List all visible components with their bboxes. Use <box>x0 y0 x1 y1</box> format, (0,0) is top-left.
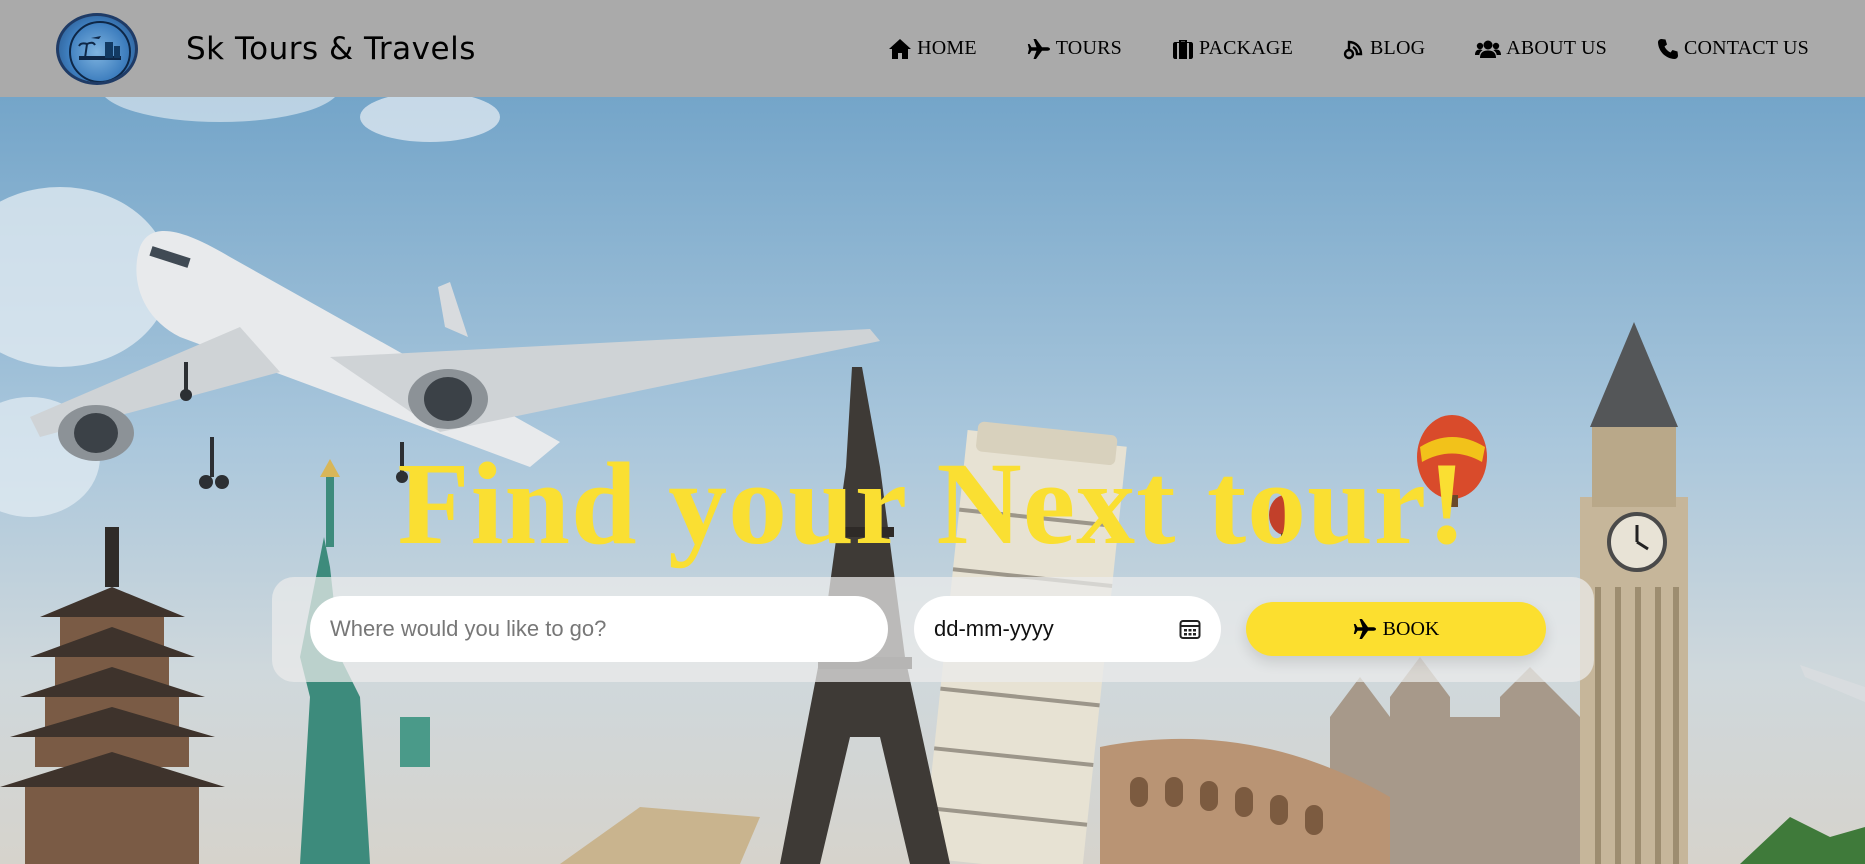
suitcase-icon <box>1172 39 1193 59</box>
date-input[interactable]: dd-mm-yyyy <box>914 596 1221 662</box>
nav-item-blog[interactable]: BLOG <box>1343 37 1425 60</box>
blog-icon <box>1343 40 1363 59</box>
nav-label-package: PACKAGE <box>1198 37 1293 59</box>
nav-label-blog: BLOG <box>1370 37 1426 59</box>
brand-name[interactable]: Sk Tours & Travels <box>186 31 476 67</box>
nav-label-about-us: ABOUT US <box>1506 37 1607 59</box>
book-button-label: BOOK <box>1382 617 1440 640</box>
booking-search-panel: dd-mm-yyyy BOOK <box>272 577 1594 682</box>
nav-item-package[interactable]: PACKAGE <box>1172 37 1293 60</box>
nav-item-about-us[interactable]: ABOUT US <box>1475 37 1607 60</box>
book-button[interactable]: BOOK <box>1246 602 1546 656</box>
hero-section: Find your Next tour! dd-mm-yyyy BOOK <box>0 97 1865 864</box>
top-navbar: Sk Tours & Travels HOME TOURS PACKAGE BL… <box>0 0 1865 97</box>
calendar-icon[interactable] <box>1179 618 1201 640</box>
nav-label-contact-us: CONTACT US <box>1683 37 1809 59</box>
nav-item-tours[interactable]: TOURS <box>1027 37 1122 60</box>
main-nav: HOME TOURS PACKAGE BLOG ABOUT US CONTACT… <box>888 0 1809 97</box>
phone-icon <box>1657 38 1678 59</box>
hero-headline: Find your Next tour! <box>397 438 1468 569</box>
plane-icon <box>1027 38 1050 59</box>
nav-label-home: HOME <box>917 37 977 59</box>
nav-item-home[interactable]: HOME <box>888 37 977 60</box>
nav-item-contact-us[interactable]: CONTACT US <box>1657 37 1809 60</box>
brand[interactable]: Sk Tours & Travels <box>56 12 476 85</box>
users-icon <box>1475 40 1502 58</box>
nav-label-tours: TOURS <box>1055 37 1122 59</box>
company-logo[interactable] <box>56 12 138 85</box>
plane-icon <box>1353 619 1376 639</box>
destination-input[interactable] <box>310 596 888 662</box>
home-icon <box>889 38 912 59</box>
date-input-value: dd-mm-yyyy <box>934 616 1054 641</box>
